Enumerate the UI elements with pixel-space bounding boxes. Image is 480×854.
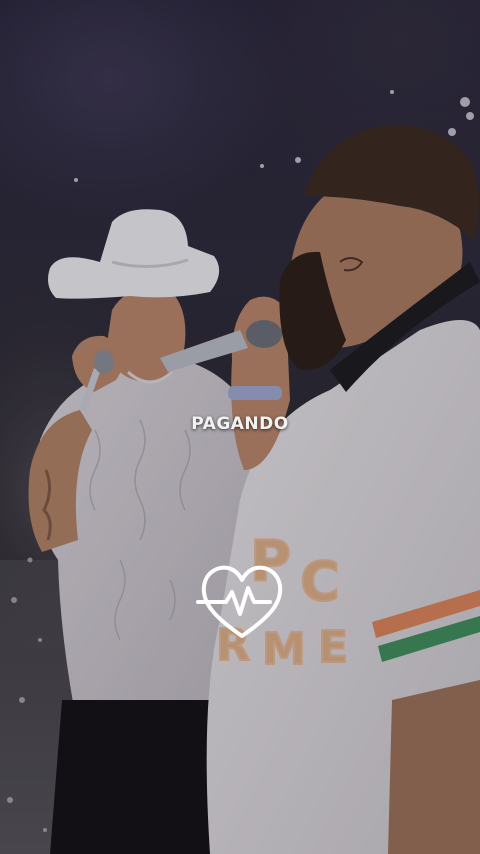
video-frame: P C R M E PAGANDO [0, 0, 480, 854]
lyric-caption: PAGANDO [191, 414, 289, 434]
heart-pulse-icon[interactable] [196, 562, 288, 642]
